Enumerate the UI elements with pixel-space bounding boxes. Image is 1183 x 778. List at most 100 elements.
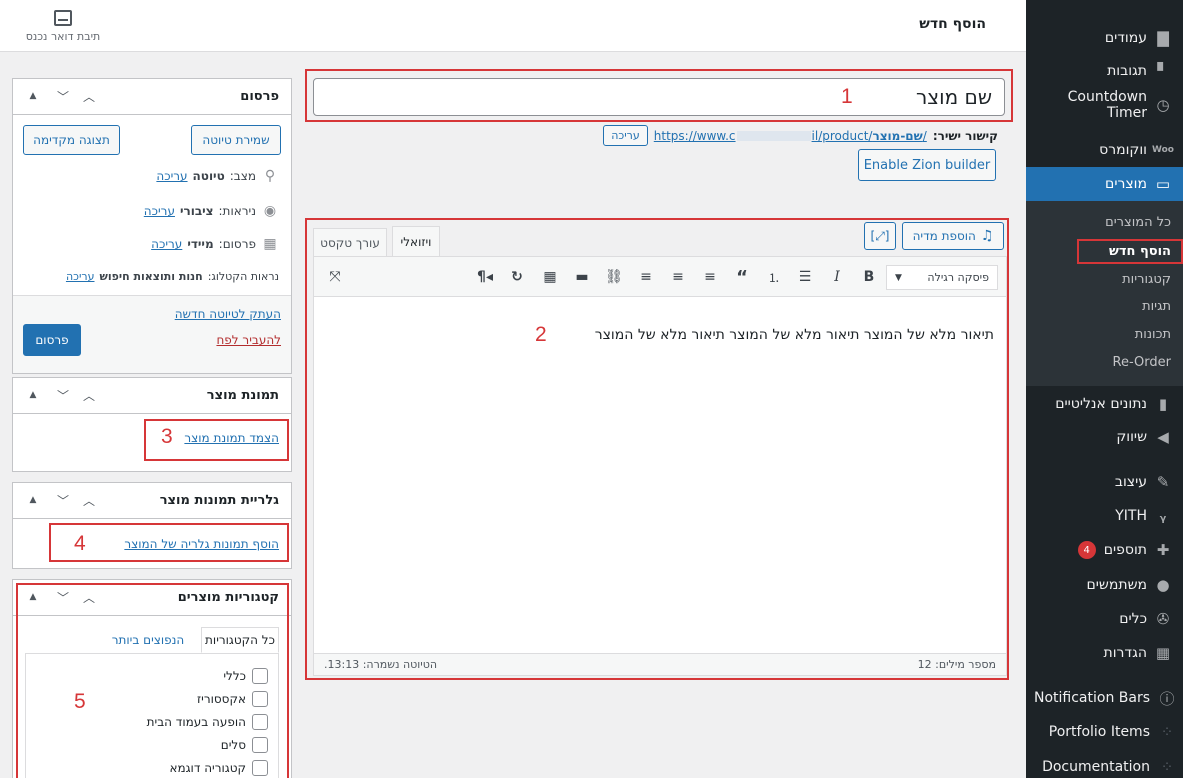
submenu-categories[interactable]: קטגוריות [1026,266,1183,292]
sidebar-item-woocommerce[interactable]: Woo ווקומרס [1026,133,1183,167]
chevron-up-icon[interactable]: ︿ [81,387,97,403]
preview-button[interactable]: תצוגה מקדימה [23,125,120,155]
user-icon: ● [1156,576,1170,594]
sidebar-item-tools[interactable]: ✇ כלים [1026,602,1183,636]
eye-icon: ◉ [263,203,277,219]
sidebar-item-label: הגדרות [1103,645,1147,661]
sidebar-item-settings[interactable]: ▦ הגדרות [1026,636,1183,670]
align-left-icon[interactable]: ≡ [699,266,721,288]
publish-box-header: פרסום ︿ ﹀ ▲ [13,79,291,115]
publish-date-row: ▦ פרסום: מיידי עריכה [151,236,279,252]
bullet-list-icon[interactable]: ☰ [794,266,816,288]
submenu-all-products[interactable]: כל המוצרים [1026,209,1183,235]
sidebar-item-marketing[interactable]: ◀ שיווק [1026,420,1183,454]
top-header: תיבת דואר נכנס הוסף חדש [0,0,1026,52]
blockquote-icon[interactable]: “ [731,266,753,288]
editor-status-bar: מספר מילים: 12 הטיוטה נשמרה: 13:13. [314,653,1006,675]
sidebar-item-label: Countdown Timer [1067,89,1147,121]
chevron-down-icon[interactable]: ﹀ [55,88,71,104]
calendar-icon: ▦ [263,236,277,252]
archive-icon: ▭ [1155,175,1171,193]
sidebar-item-documentation[interactable]: Documentation ⁘ [1026,750,1183,778]
sidebar-item-comments[interactable]: ▘ תגובות [1026,54,1183,88]
submenu-tags[interactable]: תגיות [1026,293,1183,319]
chevron-down-icon[interactable]: ﹀ [55,492,71,508]
sidebar-item-portfolio-items[interactable]: Portfolio Items ⁘ [1026,715,1183,749]
inbox-icon [54,10,72,26]
inbox-button[interactable]: תיבת דואר נכנס [20,10,106,43]
chart-icon: ▮ [1158,395,1168,413]
permalink-url[interactable]: https://www.c il/product/ שם-מוצר / [654,129,927,143]
grid-icon: ⁘ [1160,723,1174,741]
toolbar-toggle-icon[interactable]: ▦ [539,266,561,288]
copy-to-draft-link[interactable]: העתק לטיוטה חדשה [175,307,281,321]
visibility-row: ◉ ניראות: ציבורי עריכה [144,203,279,219]
enable-zion-builder-button[interactable]: Enable Zion builder [858,149,996,181]
sidebar-item-pages[interactable]: ▇ עמודים [1026,21,1183,55]
product-gallery-header: גלריית תמונות מוצר ︿ ﹀ ▲ [13,483,291,519]
chevron-down-icon: ▼ [895,272,902,283]
chevron-up-icon[interactable]: ︿ [81,492,97,508]
product-image-header: תמונת מוצר ︿ ﹀ ▲ [13,378,291,414]
annotation-number-5: 5 [74,690,86,713]
sidebar-item-label: YITH [1115,508,1147,524]
publish-box: פרסום ︿ ﹀ ▲ שמירת טיוטה תצוגה מקדימה ⚲ מ… [12,78,292,374]
sidebar-item-plugins[interactable]: ✚ תוספים 4 [1026,533,1183,567]
page-title: הוסף חדש [919,16,986,32]
numbered-list-icon[interactable]: ⒈ [763,266,785,288]
grid-icon: ⁘ [1160,758,1174,776]
submenu-attributes[interactable]: תכונות [1026,321,1183,347]
draft-saved-status: הטיוטה נשמרה: 13:13. [324,658,438,671]
wrench-icon: ✇ [1156,610,1170,628]
tab-visual[interactable]: ויזואלי [392,226,440,257]
sidebar-item-users[interactable]: ● משתמשים [1026,568,1183,602]
chevron-down-icon[interactable]: ﹀ [55,387,71,403]
rtl-paragraph-icon[interactable]: ¶◂ [474,266,496,288]
catalog-edit-link[interactable]: עריכה [66,270,95,283]
sidebar-item-analytics[interactable]: ▮ נתונים אנליטיים [1026,387,1183,421]
status-edit-link[interactable]: עריכה [156,169,187,183]
sidebar-item-appearance[interactable]: ✎ עיצוב [1026,465,1183,499]
info-icon: ⓘ [1159,689,1175,708]
italic-icon[interactable]: I [826,266,848,288]
sidebar-item-label: ווקומרס [1099,142,1147,158]
sidebar-item-countdown-timer[interactable]: ◷ Countdown Timer [1026,88,1183,122]
distraction-free-icon[interactable]: ⤧ [324,266,346,288]
sidebar-item-notification-bars[interactable]: Notification Bars ⓘ [1026,681,1183,715]
editor-fullscreen-toggle[interactable]: [⤢] [864,222,896,250]
format-select-value: פיסקה רגילה [927,271,989,284]
visibility-edit-link[interactable]: עריכה [144,204,175,218]
editor-toolbar: פיסקה רגילה ▼ B I ☰ ⒈ “ ≡ ≡ ≡ ⛓ ▬ ▦ ↻ ¶◂… [314,257,1006,297]
paragraph-format-select[interactable]: פיסקה רגילה ▼ [886,265,998,290]
permalink-label: קישור ישיר: [932,128,998,143]
editor-content[interactable]: תיאור מלא של המוצר תיאור מלא של המוצר תי… [595,327,994,343]
sidebar-item-products[interactable]: ▭ מוצרים [1018,167,1183,201]
read-more-icon[interactable]: ▬ [571,266,593,288]
align-right-icon[interactable]: ≡ [635,266,657,288]
permalink-redacted [736,130,811,141]
annotation-number-4: 4 [74,532,86,555]
sidebar-item-label: עמודים [1104,30,1147,46]
toggle-panel-icon[interactable]: ▲ [25,387,41,403]
permalink-edit-button[interactable]: עריכה [603,125,648,146]
move-to-trash-link[interactable]: להעביר לפח [216,333,281,347]
save-draft-button[interactable]: שמירת טיוטה [191,125,281,155]
link-icon[interactable]: ⛓ [603,266,625,288]
toggle-panel-icon[interactable]: ▲ [25,88,41,104]
publish-date-edit-link[interactable]: עריכה [151,237,182,251]
publish-button[interactable]: פרסום [23,324,81,356]
align-center-icon[interactable]: ≡ [667,266,689,288]
toggle-panel-icon[interactable]: ▲ [25,492,41,508]
chevron-up-icon[interactable]: ︿ [81,88,97,104]
sidebar-item-yith[interactable]: ᵧ YITH [1026,499,1183,533]
tab-text[interactable]: עורך טקסט [313,228,387,256]
bold-icon[interactable]: B [858,266,880,288]
refresh-icon[interactable]: ↻ [506,266,528,288]
admin-sidebar: ▇ עמודים ▘ תגובות ◷ Countdown Timer Woo … [1018,0,1183,778]
sidebar-item-label: תוספים [1103,542,1147,558]
sidebar-item-label: שיווק [1116,429,1147,445]
submenu-reorder[interactable]: Re-Order [1026,349,1183,375]
settings-icon: ▦ [1155,644,1171,662]
add-media-button[interactable]: ♫ הוספת מדיה [902,222,1004,250]
product-title-input[interactable] [313,78,1005,116]
